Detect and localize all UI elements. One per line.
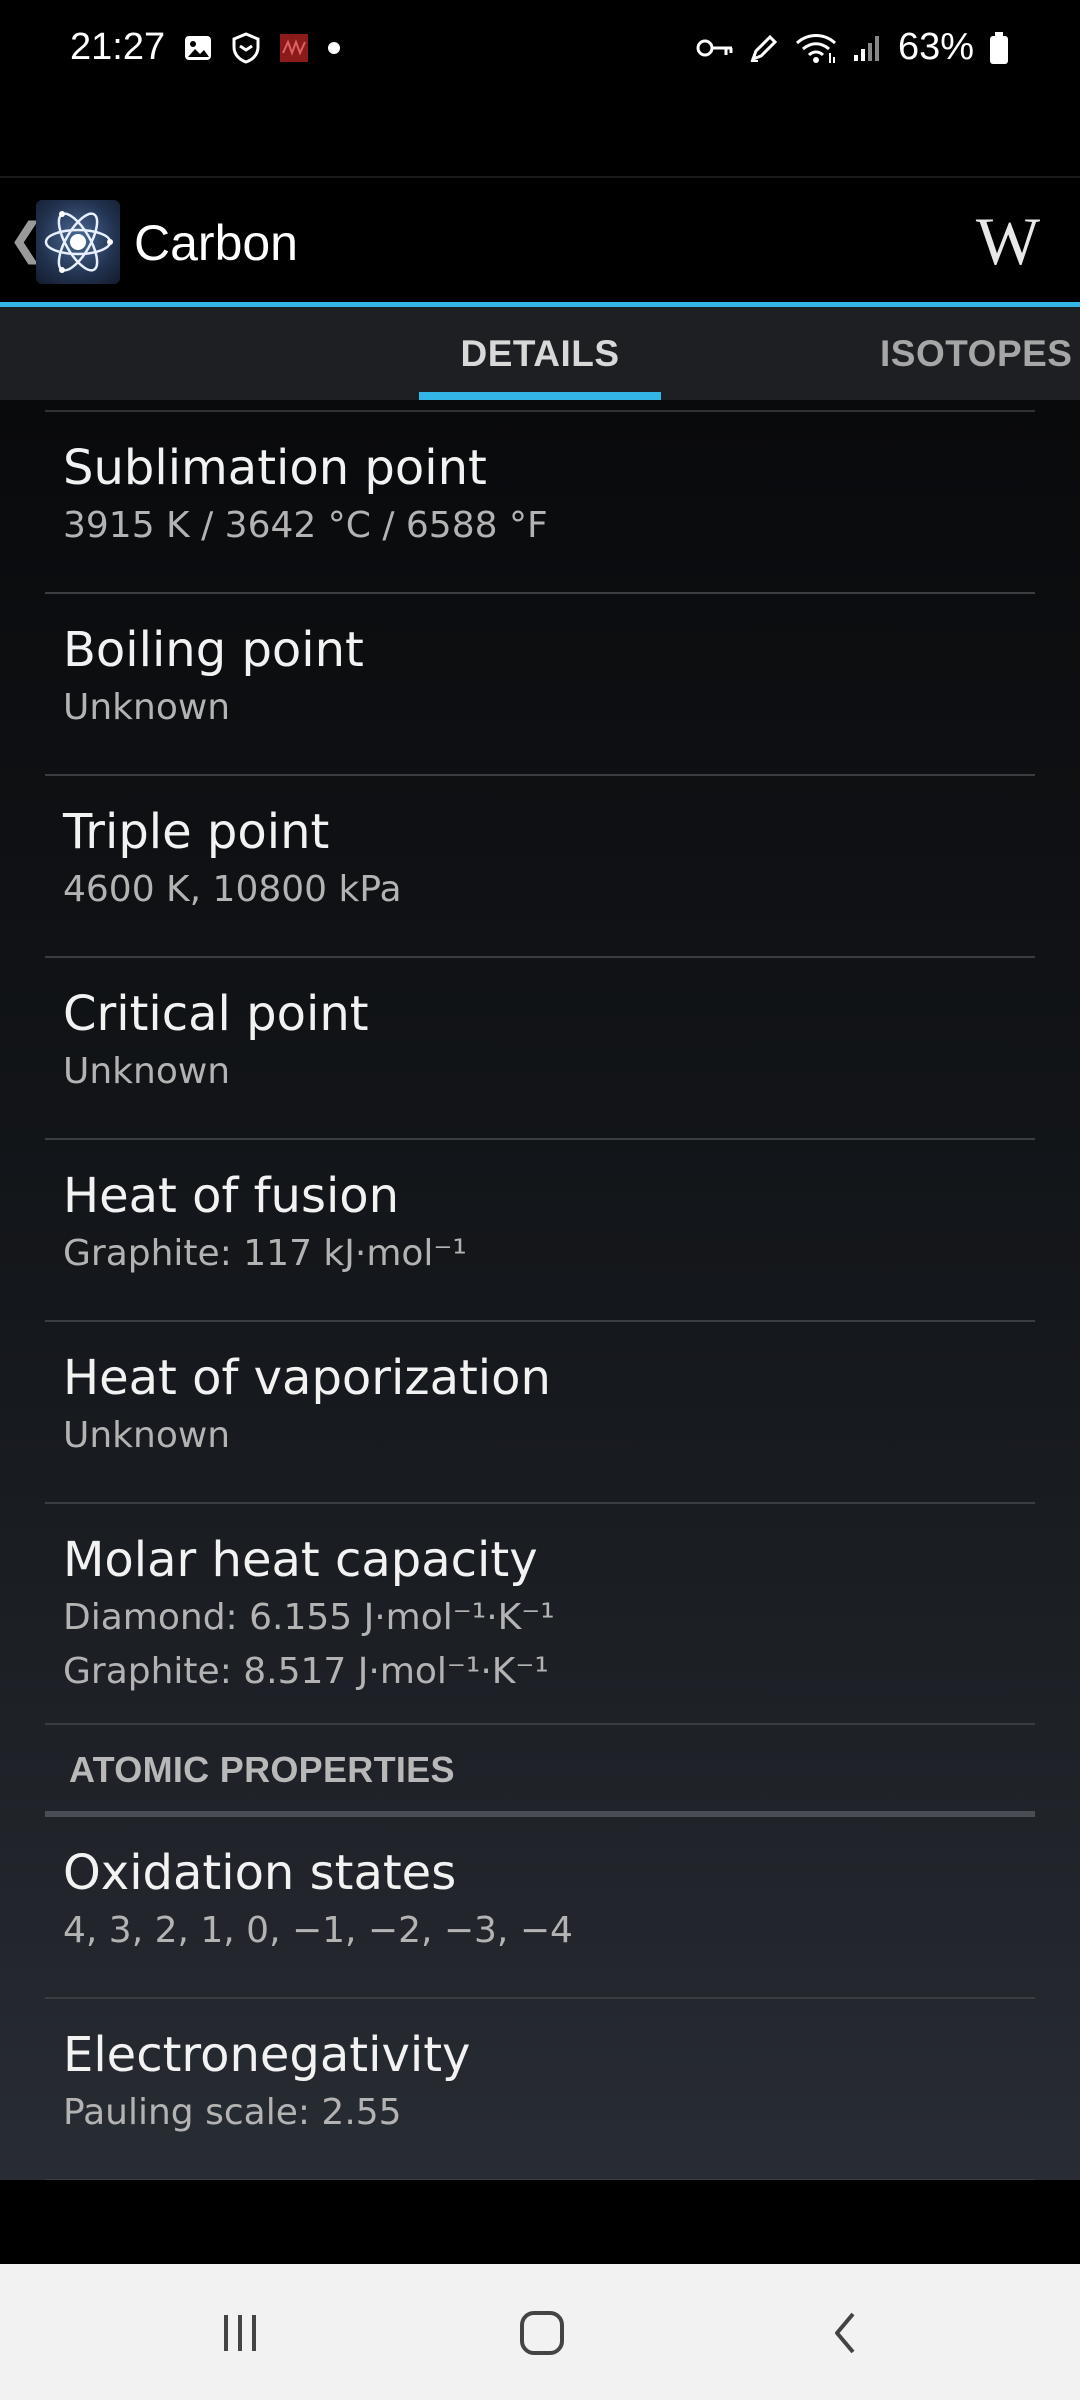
property-value: Unknown (63, 1050, 231, 1092)
dot-icon (327, 41, 341, 55)
app-bar: ❮ Carbon W (0, 176, 1080, 304)
list-item-molar-heat-capacity[interactable]: Molar heat capacity Diamond: 6.155 J·mol… (45, 1504, 1035, 1723)
tab-isotopes[interactable]: ISOTOPES (880, 307, 1080, 400)
property-label: Critical point (63, 986, 369, 1042)
property-value: 4600 K, 10800 kPa (63, 868, 402, 910)
app-notification-icon (279, 33, 309, 63)
property-value: Graphite: 117 kJ·mol⁻¹ (63, 1232, 467, 1274)
status-time: 21:27 (70, 26, 166, 68)
property-label: Boiling point (63, 622, 364, 678)
property-value: 4, 3, 2, 1, 0, −1, −2, −3, −4 (63, 1909, 573, 1951)
signal-icon (852, 33, 884, 63)
tab-bar: DETAILS ISOTOPES (0, 307, 1080, 400)
status-right: 63% (696, 26, 1010, 69)
property-list: Sublimation point 3915 K / 3642 °C / 658… (45, 410, 1035, 2180)
property-value: Graphite: 8.517 J·mol⁻¹·K⁻¹ (63, 1650, 549, 1692)
section-header-atomic-properties: ATOMIC PROPERTIES (45, 1725, 1035, 1811)
shield-icon (231, 31, 261, 64)
wikipedia-button[interactable]: W (976, 202, 1040, 281)
list-item-electronegativity[interactable]: Electronegativity Pauling scale: 2.55 (45, 1999, 1035, 2179)
atom-logo-icon[interactable] (36, 200, 120, 284)
tab-details[interactable]: DETAILS (419, 307, 661, 400)
property-value: Pauling scale: 2.55 (63, 2091, 402, 2133)
list-item-oxidation-states[interactable]: Oxidation states 4, 3, 2, 1, 0, −1, −2, … (45, 1817, 1035, 1997)
list-item-heat-of-vaporization[interactable]: Heat of vaporization Unknown (45, 1322, 1035, 1502)
property-value: Unknown (63, 686, 231, 728)
property-value: Diamond: 6.155 J·mol⁻¹·K⁻¹ (63, 1596, 555, 1638)
bottom-band (0, 2180, 1080, 2264)
battery-icon (988, 31, 1010, 65)
list-item-heat-of-fusion[interactable]: Heat of fusion Graphite: 117 kJ·mol⁻¹ (45, 1140, 1035, 1320)
gallery-icon (183, 33, 213, 63)
details-list-container[interactable]: Sublimation point 3915 K / 3642 °C / 658… (0, 400, 1080, 2180)
system-nav-bar (0, 2264, 1080, 2400)
property-label: Molar heat capacity (63, 1532, 538, 1588)
home-button[interactable] (502, 2298, 582, 2368)
pen-icon (748, 32, 780, 64)
property-label: Oxidation states (63, 1845, 457, 1901)
property-value: Unknown (63, 1414, 231, 1456)
list-item-triple-point[interactable]: Triple point 4600 K, 10800 kPa (45, 776, 1035, 956)
property-label: Sublimation point (63, 440, 487, 496)
property-label: Heat of vaporization (63, 1350, 551, 1406)
back-button[interactable] (805, 2298, 885, 2368)
recent-apps-button[interactable] (200, 2298, 280, 2368)
property-value: 3915 K / 3642 °C / 6588 °F (63, 504, 548, 546)
vpn-key-icon (696, 36, 734, 60)
recent-apps-icon (224, 2315, 256, 2351)
page-title: Carbon (134, 215, 298, 271)
list-item-boiling-point[interactable]: Boiling point Unknown (45, 594, 1035, 774)
wifi-icon (794, 31, 838, 65)
list-item-sublimation-point[interactable]: Sublimation point 3915 K / 3642 °C / 658… (45, 412, 1035, 592)
home-icon (520, 2311, 564, 2355)
status-bar: 21:27 63% (0, 0, 1080, 110)
status-left: 21:27 (70, 26, 341, 69)
section-title: ATOMIC PROPERTIES (69, 1749, 455, 1790)
list-item-critical-point[interactable]: Critical point Unknown (45, 958, 1035, 1138)
property-label: Electronegativity (63, 2027, 471, 2083)
back-icon (835, 2312, 855, 2354)
property-label: Triple point (63, 804, 330, 860)
property-label: Heat of fusion (63, 1168, 400, 1224)
battery-percent: 63% (897, 26, 974, 68)
tab-indicator (419, 392, 661, 400)
